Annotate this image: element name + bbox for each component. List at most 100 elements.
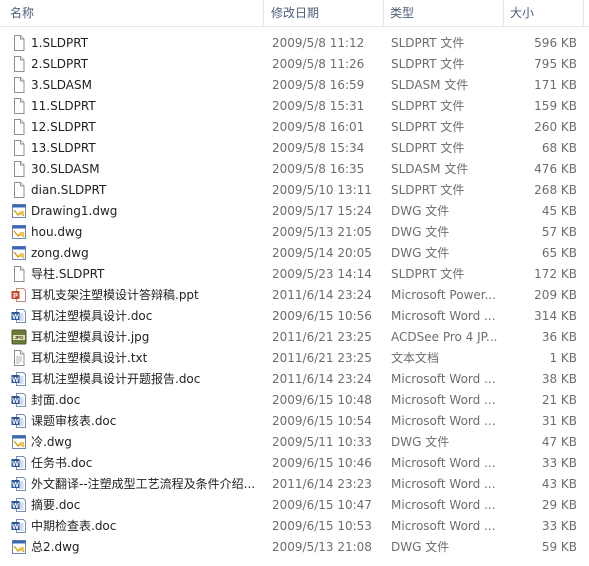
file-date: 2009/5/8 11:26	[272, 57, 365, 71]
file-name: 冷.dwg	[31, 435, 72, 449]
file-row[interactable]: 1.SLDPRT 2009/5/8 11:12 SLDPRT 文件 596 KB	[0, 33, 589, 54]
file-date: 2009/5/8 16:35	[272, 162, 365, 176]
jpg-file-icon: JPG	[11, 329, 27, 345]
file-row[interactable]: W 耳机注塑模具设计.doc 2009/6/15 10:56 Microsoft Wo…	[0, 306, 589, 327]
file-date: 2009/5/23 14:14	[272, 267, 372, 281]
svg-text:W: W	[12, 524, 19, 531]
file-row[interactable]: 3.SLDASM 2009/5/8 16:59 SLDASM 文件 171 KB	[0, 75, 589, 96]
file-size: 59 KB	[541, 540, 577, 554]
file-date: 2009/5/8 16:01	[272, 120, 365, 134]
column-header-name[interactable]: 名称 ^	[6, 0, 261, 26]
column-header-size[interactable]: 大小	[506, 0, 582, 26]
file-name: 封面.doc	[31, 393, 81, 407]
blank-file-icon	[11, 56, 27, 72]
blank-file-icon	[11, 77, 27, 93]
file-size: 47 KB	[541, 435, 577, 449]
file-row[interactable]: zong.dwg 2009/5/14 20:05 DWG 文件 65 KB	[0, 243, 589, 264]
file-size: 795 KB	[534, 57, 577, 71]
file-size: 38 KB	[541, 372, 577, 386]
file-type: SLDPRT 文件	[391, 267, 465, 281]
blank-file-icon	[11, 35, 27, 51]
file-date: 2011/6/21 23:25	[272, 351, 372, 365]
file-row[interactable]: JPG 耳机注塑模具设计.jpg 2011/6/21 23:25 ACDSee Pro…	[0, 327, 589, 348]
file-name: dian.SLDPRT	[31, 183, 107, 197]
file-row[interactable]: W 耳机注塑模具设计开题报告.doc 2011/6/14 23:24 Microsof…	[0, 369, 589, 390]
file-name: 导柱.SLDPRT	[31, 267, 105, 281]
file-name: 1.SLDPRT	[31, 36, 89, 50]
svg-text:W: W	[12, 398, 19, 405]
file-row[interactable]: P 耳机支架注塑模设计答辩稿.ppt 2011/6/14 23:24 Microsof…	[0, 285, 589, 306]
column-header-date[interactable]: 修改日期	[267, 0, 381, 26]
file-type: ACDSee Pro 4 JP...	[391, 330, 498, 344]
column-separator[interactable]	[263, 0, 264, 26]
file-row[interactable]: 耳机注塑模具设计.txt 2011/6/21 23:25 文本文档 1 KB	[0, 348, 589, 369]
file-name: 摘要.doc	[31, 498, 81, 512]
blank-file-icon	[11, 161, 27, 177]
file-row[interactable]: Drawing1.dwg 2009/5/17 15:24 DWG 文件 45 KB	[0, 201, 589, 222]
file-name: 课题审核表.doc	[31, 414, 117, 428]
file-size: 45 KB	[541, 204, 577, 218]
svg-text:W: W	[12, 377, 19, 384]
file-type: SLDPRT 文件	[391, 120, 465, 134]
file-row[interactable]: W 摘要.doc 2009/6/15 10:47 Microsoft Word ...…	[0, 495, 589, 516]
file-size: 260 KB	[534, 120, 577, 134]
word-file-icon: W	[11, 371, 27, 387]
file-row[interactable]: W 中期检查表.doc 2009/6/15 10:53 Microsoft Word …	[0, 516, 589, 537]
file-size: 57 KB	[541, 225, 577, 239]
file-size: 68 KB	[541, 141, 577, 155]
blank-file-icon	[11, 140, 27, 156]
file-row[interactable]: W 外文翻译--注塑成型工艺流程及条件介绍... 2011/6/14 23:23 Mi…	[0, 474, 589, 495]
file-row[interactable]: 12.SLDPRT 2009/5/8 16:01 SLDPRT 文件 260 KB	[0, 117, 589, 138]
dwg-file-icon	[11, 539, 27, 555]
file-type: SLDASM 文件	[391, 78, 469, 92]
dwg-file-icon	[11, 245, 27, 261]
txt-file-icon	[11, 350, 27, 366]
file-name: 总2.dwg	[31, 540, 80, 554]
file-size: 596 KB	[534, 36, 577, 50]
file-size: 159 KB	[534, 99, 577, 113]
file-type: DWG 文件	[391, 204, 450, 218]
file-row[interactable]: 2.SLDPRT 2009/5/8 11:26 SLDPRT 文件 795 KB	[0, 54, 589, 75]
word-file-icon: W	[11, 308, 27, 324]
column-header-name-label: 名称	[10, 6, 35, 20]
file-type: Microsoft Word ...	[391, 414, 496, 428]
column-header-bar: 名称 ^ 修改日期 类型 大小	[0, 0, 589, 27]
file-date: 2009/5/10 13:11	[272, 183, 372, 197]
column-separator[interactable]	[583, 0, 584, 26]
file-row[interactable]: W 任务书.doc 2009/6/15 10:46 Microsoft Word ..…	[0, 453, 589, 474]
file-row[interactable]: 导柱.SLDPRT 2009/5/23 14:14 SLDPRT 文件 172 KB	[0, 264, 589, 285]
file-row[interactable]: dian.SLDPRT 2009/5/10 13:11 SLDPRT 文件 268 K…	[0, 180, 589, 201]
file-row[interactable]: 13.SLDPRT 2009/5/8 15:34 SLDPRT 文件 68 KB	[0, 138, 589, 159]
file-type: Microsoft Word ...	[391, 456, 496, 470]
file-date: 2009/6/15 10:56	[272, 309, 372, 323]
word-file-icon: W	[11, 476, 27, 492]
column-separator[interactable]	[503, 0, 504, 26]
file-type: Microsoft Word ...	[391, 498, 496, 512]
word-file-icon: W	[11, 455, 27, 471]
file-date: 2009/5/14 20:05	[272, 246, 372, 260]
file-date: 2009/6/15 10:53	[272, 519, 372, 533]
file-row[interactable]: 30.SLDASM 2009/5/8 16:35 SLDASM 文件 476 KB	[0, 159, 589, 180]
file-size: 21 KB	[541, 393, 577, 407]
blank-file-icon	[11, 266, 27, 282]
file-row[interactable]: 11.SLDPRT 2009/5/8 15:31 SLDPRT 文件 159 KB	[0, 96, 589, 117]
file-row[interactable]: W 课题审核表.doc 2009/6/15 10:54 Microsoft Word …	[0, 411, 589, 432]
file-type: SLDPRT 文件	[391, 99, 465, 113]
file-name: 外文翻译--注塑成型工艺流程及条件介绍...	[31, 477, 256, 491]
dwg-file-icon	[11, 224, 27, 240]
file-size: 29 KB	[541, 498, 577, 512]
file-date: 2009/5/17 15:24	[272, 204, 372, 218]
column-separator[interactable]	[383, 0, 384, 26]
file-name: 耳机支架注塑模设计答辩稿.ppt	[31, 288, 199, 302]
file-row[interactable]: hou.dwg 2009/5/13 21:05 DWG 文件 57 KB	[0, 222, 589, 243]
column-header-type[interactable]: 类型	[386, 0, 502, 26]
file-date: 2009/5/8 15:34	[272, 141, 365, 155]
file-date: 2011/6/14 23:24	[272, 288, 372, 302]
file-type: SLDASM 文件	[391, 162, 469, 176]
file-name: hou.dwg	[31, 225, 83, 239]
file-type: DWG 文件	[391, 435, 450, 449]
file-size: 65 KB	[541, 246, 577, 260]
file-row[interactable]: W 封面.doc 2009/6/15 10:48 Microsoft Word ...…	[0, 390, 589, 411]
file-row[interactable]: 冷.dwg 2009/5/11 10:33 DWG 文件 47 KB	[0, 432, 589, 453]
file-row[interactable]: 总2.dwg 2009/5/13 21:08 DWG 文件 59 KB	[0, 537, 589, 558]
